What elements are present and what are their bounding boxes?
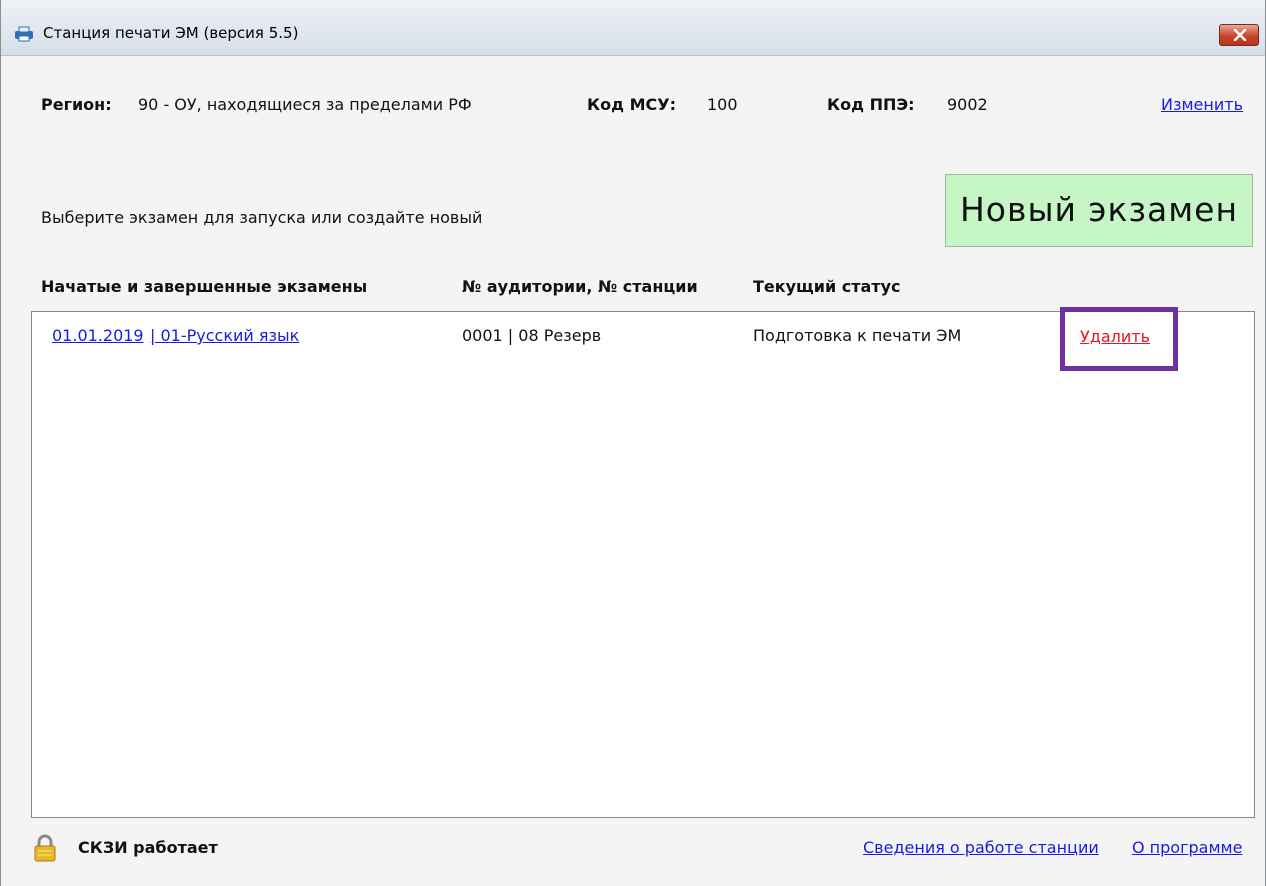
lock-icon [34, 834, 56, 866]
region-value: 90 - ОУ, находящиеся за пределами РФ [138, 95, 472, 114]
window-title: Станция печати ЭМ (версия 5.5) [43, 24, 299, 42]
about-link[interactable]: О программе [1132, 838, 1242, 857]
ppe-value: 9002 [947, 95, 988, 114]
highlight-frame [1060, 307, 1178, 371]
close-icon [1233, 29, 1247, 41]
station-info-link[interactable]: Сведения о работе станции [863, 838, 1099, 857]
exam-date-link[interactable]: 01.01.2019 [52, 326, 144, 345]
prompt-text: Выберите экзамен для запуска или создайт… [41, 208, 483, 227]
column-header-room-station: № аудитории, № станции [462, 277, 698, 296]
region-label: Регион: [41, 95, 112, 114]
title-bar: Станция печати ЭМ (версия 5.5) [1, 0, 1265, 56]
msu-value: 100 [707, 95, 738, 114]
column-header-status: Текущий статус [753, 277, 901, 296]
new-exam-button[interactable]: Новый экзамен [945, 174, 1253, 247]
skzi-status: СКЗИ работает [78, 838, 218, 857]
main-window: Станция печати ЭМ (версия 5.5) Регион: 9… [0, 0, 1266, 886]
room-station-value: 0001 | 08 Резерв [462, 326, 602, 345]
exam-list[interactable] [31, 311, 1255, 818]
ppe-label: Код ППЭ: [827, 95, 915, 114]
status-value: Подготовка к печати ЭМ [753, 326, 962, 345]
change-link[interactable]: Изменить [1161, 95, 1243, 114]
printer-app-icon [14, 26, 34, 42]
column-header-exams: Начатые и завершенные экзамены [41, 277, 368, 296]
msu-label: Код МСУ: [587, 95, 676, 114]
close-button[interactable] [1219, 24, 1259, 46]
exam-subject-link[interactable]: | 01-Русский язык [150, 326, 299, 345]
